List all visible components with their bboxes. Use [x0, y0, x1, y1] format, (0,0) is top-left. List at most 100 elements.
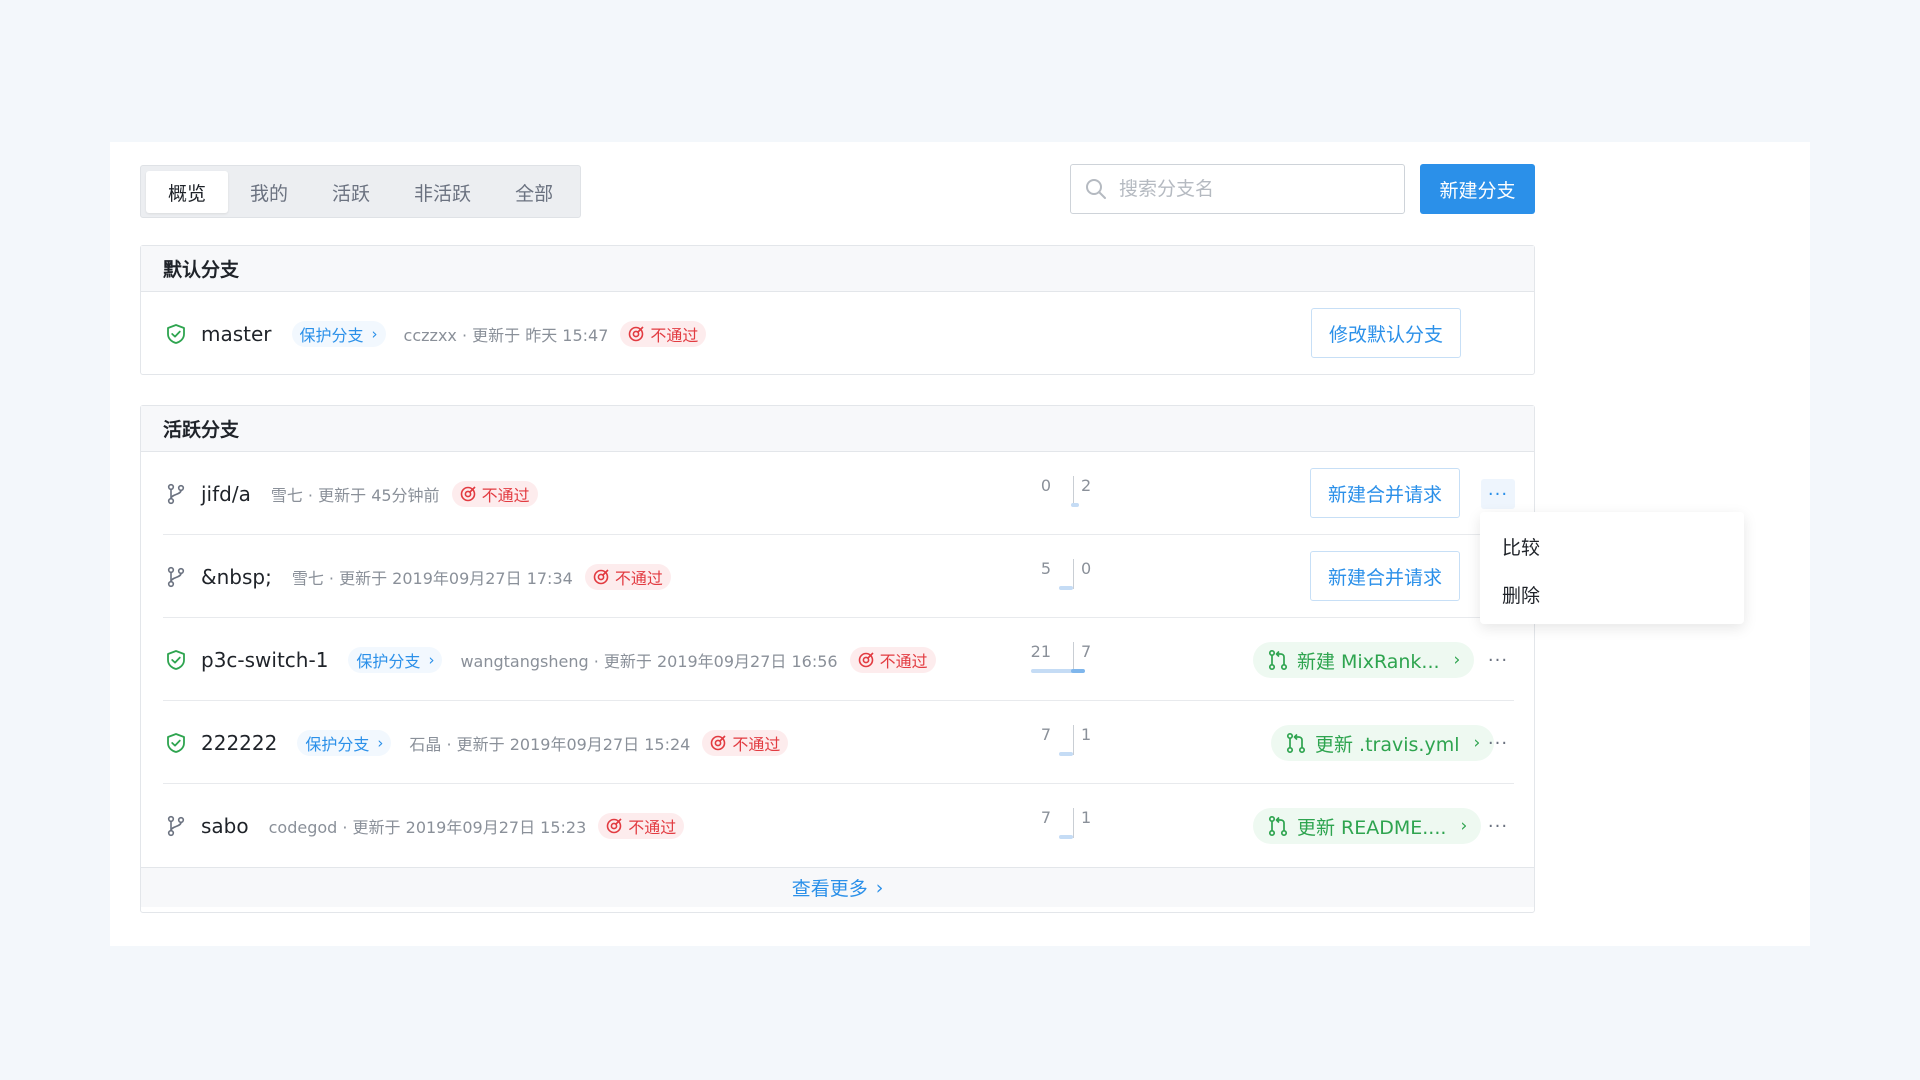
chevron-right-icon: ›	[377, 733, 384, 752]
protected-branch-tag[interactable]: 保护分支 ›	[297, 729, 392, 756]
behind-count: 7	[1040, 808, 1051, 827]
branch-meta: 雪七 · 更新于 45分钟前	[270, 485, 440, 505]
behind-count: 21	[1030, 642, 1051, 661]
new-branch-button[interactable]: 新建分支	[1420, 164, 1535, 214]
merge-request-icon	[1268, 649, 1288, 671]
divider	[1073, 559, 1074, 589]
ahead-count: 1	[1081, 808, 1092, 827]
menu-item-delete[interactable]: 删除	[1480, 570, 1744, 618]
branch-name[interactable]: master	[201, 322, 272, 346]
status-badge: 不通过	[584, 563, 671, 590]
branch-meta: codegod · 更新于 2019年09月27日 15:23	[268, 817, 587, 837]
status-text: 不通过	[879, 651, 928, 671]
divider	[1073, 642, 1074, 672]
divider	[1073, 476, 1074, 506]
status-text: 不通过	[481, 485, 530, 505]
git-branch-icon	[165, 815, 187, 837]
merge-request-title: 更新 .travis.yml	[1315, 733, 1460, 756]
chevron-right-icon: ›	[428, 650, 435, 669]
tab-mine[interactable]: 我的	[228, 171, 310, 213]
more-actions-button[interactable]: ···	[1481, 728, 1515, 758]
more-dots-icon: ···	[1487, 732, 1509, 754]
merge-request-link[interactable]: 更新 README.... ›	[1253, 808, 1482, 844]
view-more-label: 查看更多	[791, 878, 868, 900]
branch-row: jifd/a 雪七 · 更新于 45分钟前 不通过 0 2 新建合并请求 ···	[141, 452, 1534, 535]
more-actions-button[interactable]: ···	[1481, 811, 1515, 841]
divider	[1073, 725, 1074, 755]
fail-status-icon	[606, 817, 622, 833]
merge-request-title: 新建 MixRank...	[1297, 650, 1440, 673]
branch-row: &nbsp; 雪七 · 更新于 2019年09月27日 17:34 不通过 5 …	[141, 535, 1534, 618]
branch-name[interactable]: jifd/a	[201, 482, 251, 506]
chevron-right-icon: ›	[1460, 816, 1468, 836]
fail-status-icon	[858, 651, 874, 667]
protected-branch-tag[interactable]: 保护分支 ›	[291, 320, 386, 347]
tab-all[interactable]: 全部	[493, 171, 575, 213]
merge-request-link[interactable]: 新建 MixRank... ›	[1253, 642, 1475, 678]
chevron-right-icon: ›	[875, 876, 884, 899]
tab-active[interactable]: 活跃	[310, 171, 392, 213]
status-badge: 不通过	[620, 320, 707, 347]
branch-row: 222222 保护分支 › 石晶 · 更新于 2019年09月27日 15:24 …	[141, 701, 1534, 784]
shield-check-icon	[165, 649, 187, 671]
status-badge: 不通过	[451, 480, 538, 507]
branch-name[interactable]: &nbsp;	[201, 565, 272, 589]
protected-label: 保护分支	[299, 325, 364, 345]
branch-name[interactable]: 222222	[201, 731, 277, 755]
chevron-right-icon: ›	[1453, 650, 1461, 670]
behind-count: 0	[1040, 476, 1051, 495]
new-merge-request-button[interactable]: 新建合并请求	[1310, 468, 1461, 518]
behind-count: 7	[1040, 725, 1051, 744]
ahead-count: 0	[1081, 559, 1092, 578]
branch-name[interactable]: p3c-switch-1	[201, 648, 328, 672]
status-badge: 不通过	[702, 729, 789, 756]
status-text: 不通过	[650, 325, 699, 345]
more-actions-menu: 比较 删除	[1480, 512, 1744, 624]
fail-status-icon	[711, 734, 726, 750]
ahead-bar	[1071, 503, 1079, 507]
branch-meta: 雪七 · 更新于 2019年09月27日 17:34	[291, 568, 573, 588]
branch-filter-tabs: 概览 我的 活跃 非活跃 全部	[140, 165, 582, 218]
section-title: 默认分支	[141, 246, 1534, 292]
git-branch-icon	[165, 483, 187, 505]
new-merge-request-button[interactable]: 新建合并请求	[1310, 551, 1461, 601]
more-dots-icon: ···	[1487, 483, 1509, 505]
ahead-count: 7	[1081, 642, 1092, 661]
behind-bar	[1059, 752, 1073, 756]
branch-search[interactable]	[1070, 164, 1405, 214]
fail-status-icon	[460, 485, 476, 501]
shield-check-icon	[165, 732, 187, 754]
branch-meta: wangtangsheng · 更新于 2019年09月27日 16:56	[460, 651, 838, 671]
view-more-link[interactable]: 查看更多 ›	[141, 867, 1534, 907]
chevron-right-icon: ›	[371, 324, 378, 343]
fail-status-icon	[593, 568, 609, 584]
behind-count: 5	[1040, 559, 1051, 578]
ahead-count: 2	[1081, 476, 1092, 495]
active-branches-section: 活跃分支 jifd/a 雪七 · 更新于 45分钟前 不通过 0 2 新建合并请…	[140, 405, 1535, 913]
status-badge: 不通过	[598, 812, 685, 839]
status-text: 不通过	[628, 817, 677, 837]
status-badge: 不通过	[849, 646, 936, 673]
git-branch-icon	[165, 566, 187, 588]
tab-overview[interactable]: 概览	[146, 171, 229, 213]
behind-bar	[1059, 586, 1073, 590]
search-input[interactable]	[1119, 178, 1389, 200]
more-actions-button[interactable]: ···	[1481, 479, 1515, 509]
behind-bar	[1031, 669, 1073, 673]
status-text: 不通过	[732, 734, 781, 754]
merge-request-icon	[1268, 815, 1288, 837]
fail-status-icon	[629, 325, 644, 341]
branch-name[interactable]: sabo	[201, 814, 249, 838]
menu-item-compare[interactable]: 比较	[1480, 522, 1744, 570]
branch-meta: 石晶 · 更新于 2019年09月27日 15:24	[409, 734, 691, 754]
tab-inactive[interactable]: 非活跃	[392, 171, 493, 213]
merge-request-link[interactable]: 更新 .travis.yml ›	[1271, 725, 1495, 761]
change-default-branch-button[interactable]: 修改默认分支	[1311, 308, 1462, 358]
branch-row: p3c-switch-1 保护分支 › wangtangsheng · 更新于 2…	[141, 618, 1534, 701]
ahead-count: 1	[1081, 725, 1092, 744]
branch-row: master 保护分支 › cczzxx · 更新于 昨天 15:47 不通过 修…	[141, 292, 1534, 375]
protected-branch-tag[interactable]: 保护分支 ›	[348, 646, 443, 673]
behind-bar	[1059, 835, 1073, 839]
branch-row: sabo codegod · 更新于 2019年09月27日 15:23 不通过…	[141, 784, 1534, 867]
more-actions-button[interactable]: ···	[1481, 645, 1515, 675]
